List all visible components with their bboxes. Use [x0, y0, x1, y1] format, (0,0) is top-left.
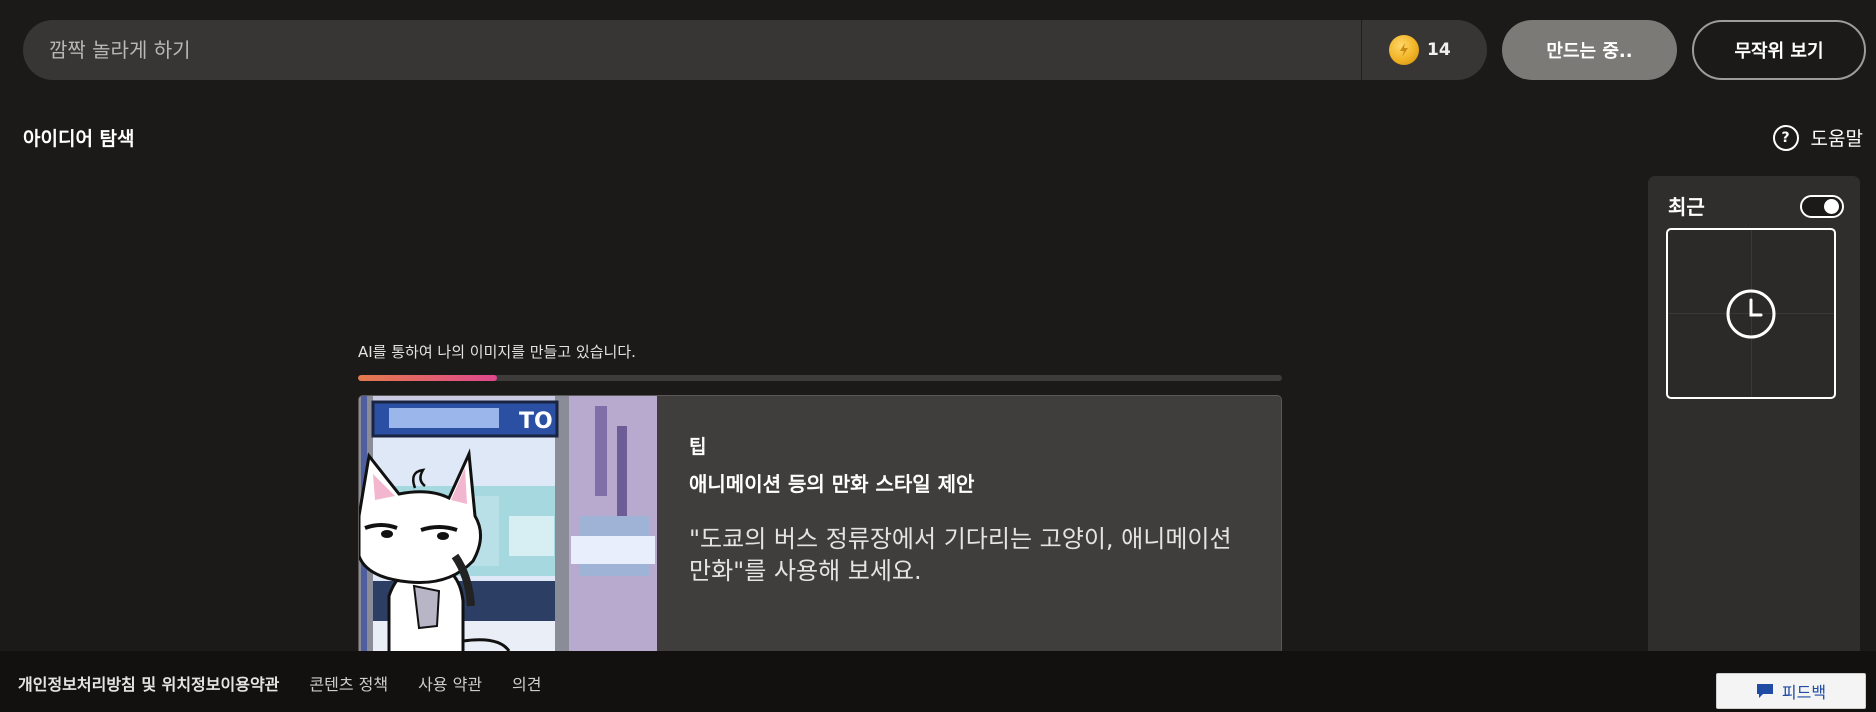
footer-link-feedback[interactable]: 의견	[512, 671, 541, 695]
progress-bar	[358, 375, 1282, 381]
help-link[interactable]: ? 도움말	[1772, 124, 1863, 151]
help-label: 도움말	[1810, 128, 1863, 150]
footer-link-privacy[interactable]: 개인정보처리방침 및 위치정보이용약관	[18, 671, 279, 695]
prompt-bar: 14	[23, 20, 1487, 80]
boost-count: 14	[1427, 40, 1451, 60]
bus-stop-sign-text: TO	[519, 409, 553, 434]
explore-ideas-title: 아이디어 탐색	[23, 128, 135, 150]
create-button-label: 만드는 중..	[1546, 41, 1633, 62]
surprise-me-button[interactable]: 무작위 보기	[1692, 20, 1866, 80]
recent-title: 최근	[1668, 195, 1705, 219]
footer-link-content-policy[interactable]: 콘텐츠 정책	[309, 671, 388, 695]
progress-fill	[358, 375, 497, 381]
bar-divider	[1361, 20, 1362, 80]
create-button[interactable]: 만드는 중..	[1502, 20, 1677, 80]
feedback-button[interactable]: 피드백	[1716, 673, 1866, 709]
boost-counter[interactable]: 14	[1389, 20, 1451, 80]
progress-message: AI를 통하여 나의 이미지를 만들고 있습니다.	[358, 343, 636, 361]
footer-links: 개인정보처리방침 및 위치정보이용약관 콘텐츠 정책 사용 약관 의견	[18, 671, 542, 695]
tip-example-image: TO	[359, 396, 657, 654]
tip-card: TO 팁 애니메이션 등의 만화 스타일 제안 "도쿄의 버스 정류장에서 기다…	[358, 395, 1282, 655]
feedback-label: 피드백	[1781, 683, 1827, 702]
surprise-me-button-label: 무작위 보기	[1734, 41, 1824, 62]
recent-placeholder	[1666, 228, 1836, 399]
prompt-input[interactable]	[49, 20, 1349, 80]
tip-heading: 애니메이션 등의 만화 스타일 제안	[689, 472, 975, 496]
tip-label: 팁	[689, 436, 707, 458]
footer-link-terms[interactable]: 사용 약관	[418, 671, 482, 695]
recent-panel: 최근	[1648, 176, 1860, 656]
question-circle-icon: ?	[1772, 124, 1799, 151]
recent-toggle[interactable]	[1800, 195, 1844, 218]
footer: 개인정보처리방침 및 위치정보이용약관 콘텐츠 정책 사용 약관 의견	[0, 651, 1876, 712]
clock-icon	[1726, 289, 1776, 338]
coin-icon	[1389, 35, 1419, 65]
tip-body: "도쿄의 버스 정류장에서 기다리는 고양이, 애니메이션 만화"를 사용해 보…	[689, 525, 1232, 585]
toggle-knob	[1824, 199, 1839, 214]
speech-bubble-icon	[1756, 684, 1773, 698]
